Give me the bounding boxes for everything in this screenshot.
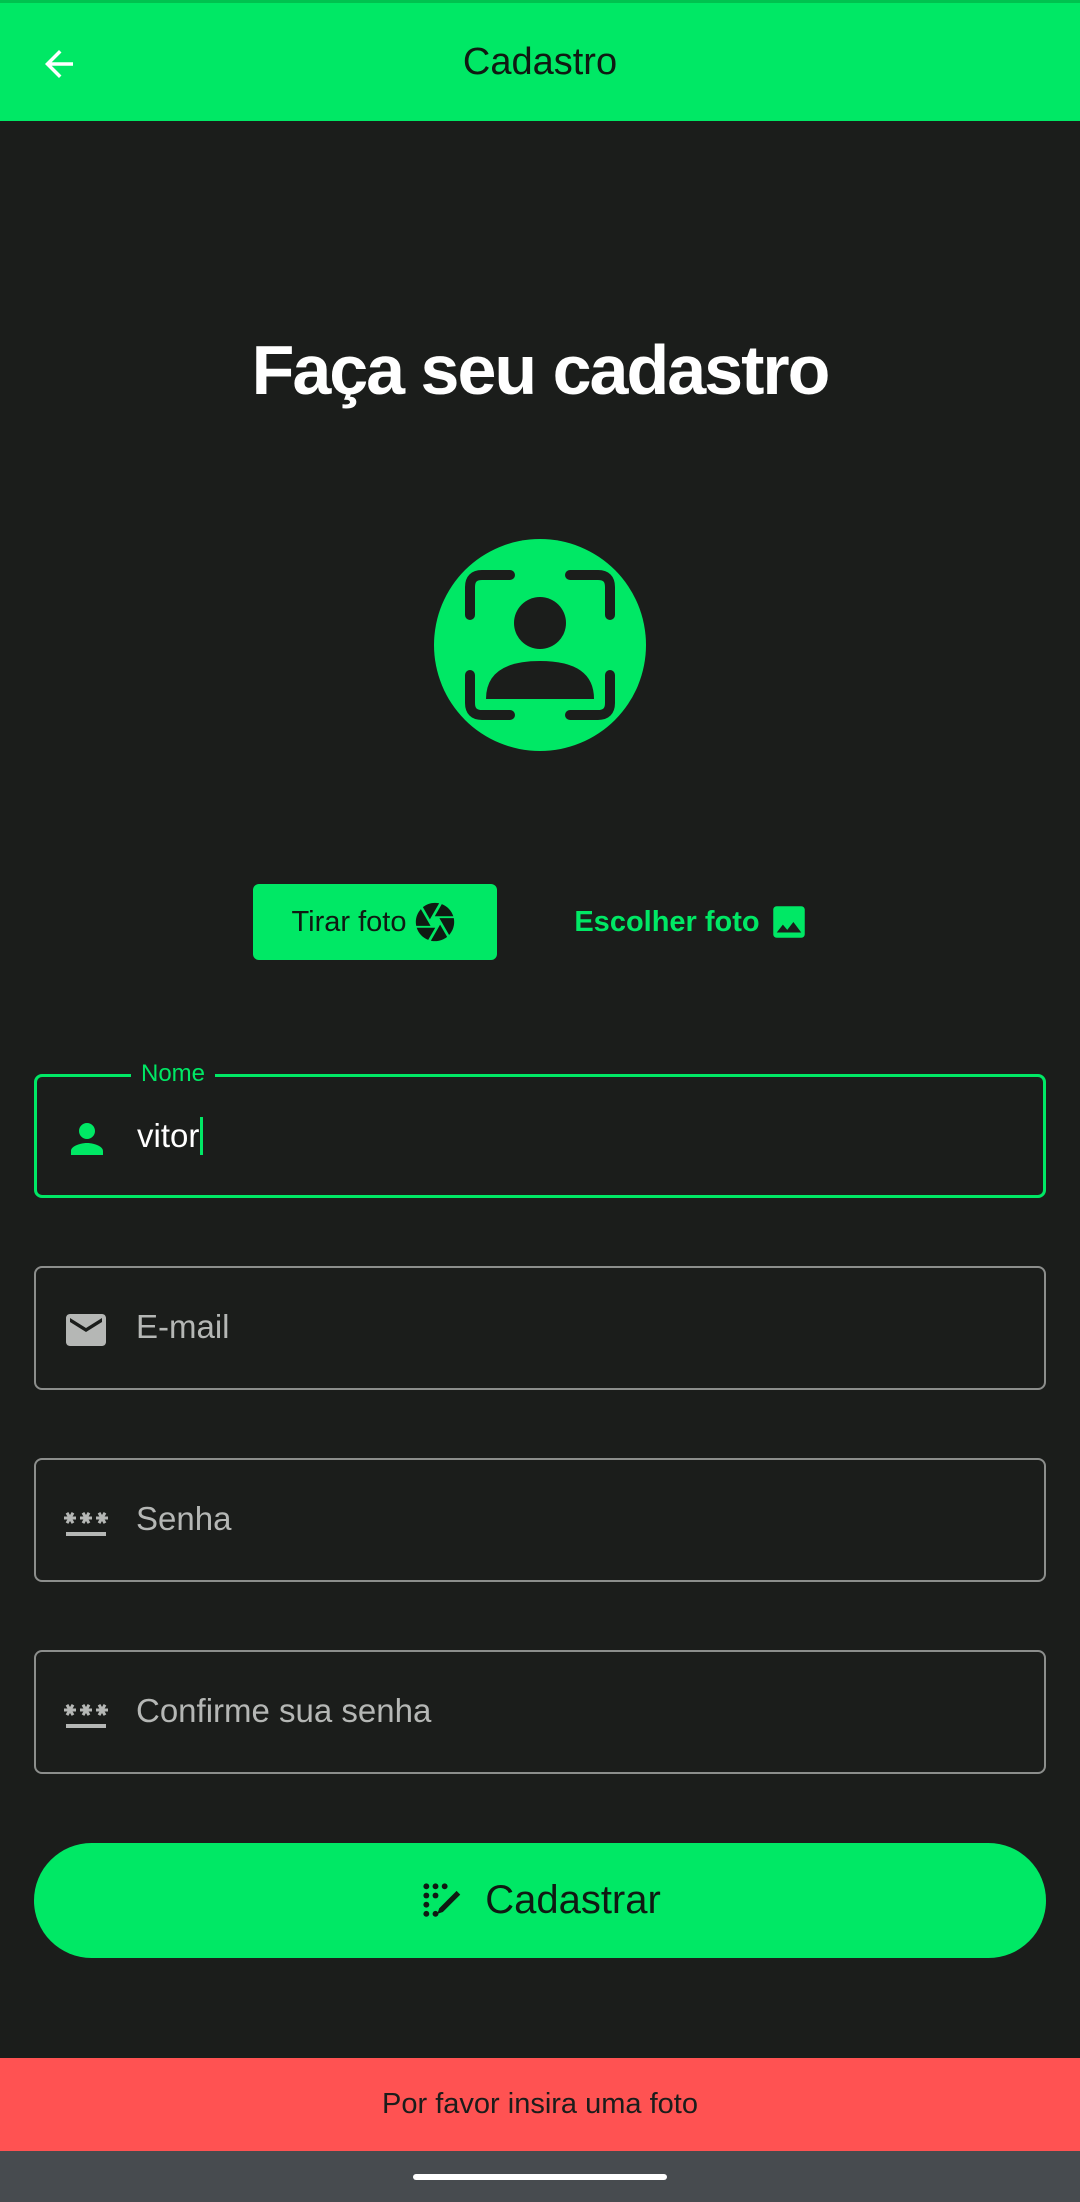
name-field[interactable]: Nome vitor (34, 1060, 1046, 1198)
register-button-label: Cadastrar (485, 1878, 661, 1922)
take-photo-button[interactable]: Tirar foto (253, 884, 497, 960)
confirm-password-field[interactable]: Confirme sua senha (34, 1650, 1046, 1774)
email-field[interactable]: E-mail (34, 1266, 1046, 1390)
text-caret (200, 1117, 204, 1155)
avatar[interactable] (434, 539, 646, 751)
draw-sparkle-icon (419, 1879, 463, 1923)
system-nav-bar (0, 2151, 1080, 2202)
error-snackbar: Por favor insira uma foto (0, 2058, 1080, 2151)
face-scan-icon (465, 570, 615, 720)
choose-photo-button[interactable]: Escolher foto (572, 884, 812, 960)
image-icon (768, 901, 810, 943)
person-icon (63, 1115, 111, 1163)
email-placeholder: E-mail (136, 1308, 230, 1345)
snackbar-message: Por favor insira uma foto (382, 2088, 698, 2120)
take-photo-label: Tirar foto (291, 905, 407, 938)
mail-icon (62, 1306, 110, 1354)
password-placeholder: Senha (136, 1500, 232, 1537)
register-button[interactable]: Cadastrar (34, 1843, 1046, 1958)
confirm-password-placeholder: Confirme sua senha (136, 1692, 432, 1729)
name-field-label: Nome (131, 1060, 216, 1088)
home-gesture-handle[interactable] (413, 2174, 667, 2180)
page-title: Cadastro (462, 41, 618, 83)
camera-shutter-icon (412, 899, 458, 945)
password-icon (62, 1498, 110, 1546)
name-input[interactable]: vitor (137, 1117, 204, 1155)
app-bar: Cadastro (0, 0, 1080, 121)
choose-photo-label: Escolher foto (574, 905, 760, 938)
name-input-value: vitor (137, 1117, 200, 1154)
headline: Faça seu cadastro (251, 331, 831, 409)
password-icon (62, 1690, 110, 1738)
password-field[interactable]: Senha (34, 1458, 1046, 1582)
